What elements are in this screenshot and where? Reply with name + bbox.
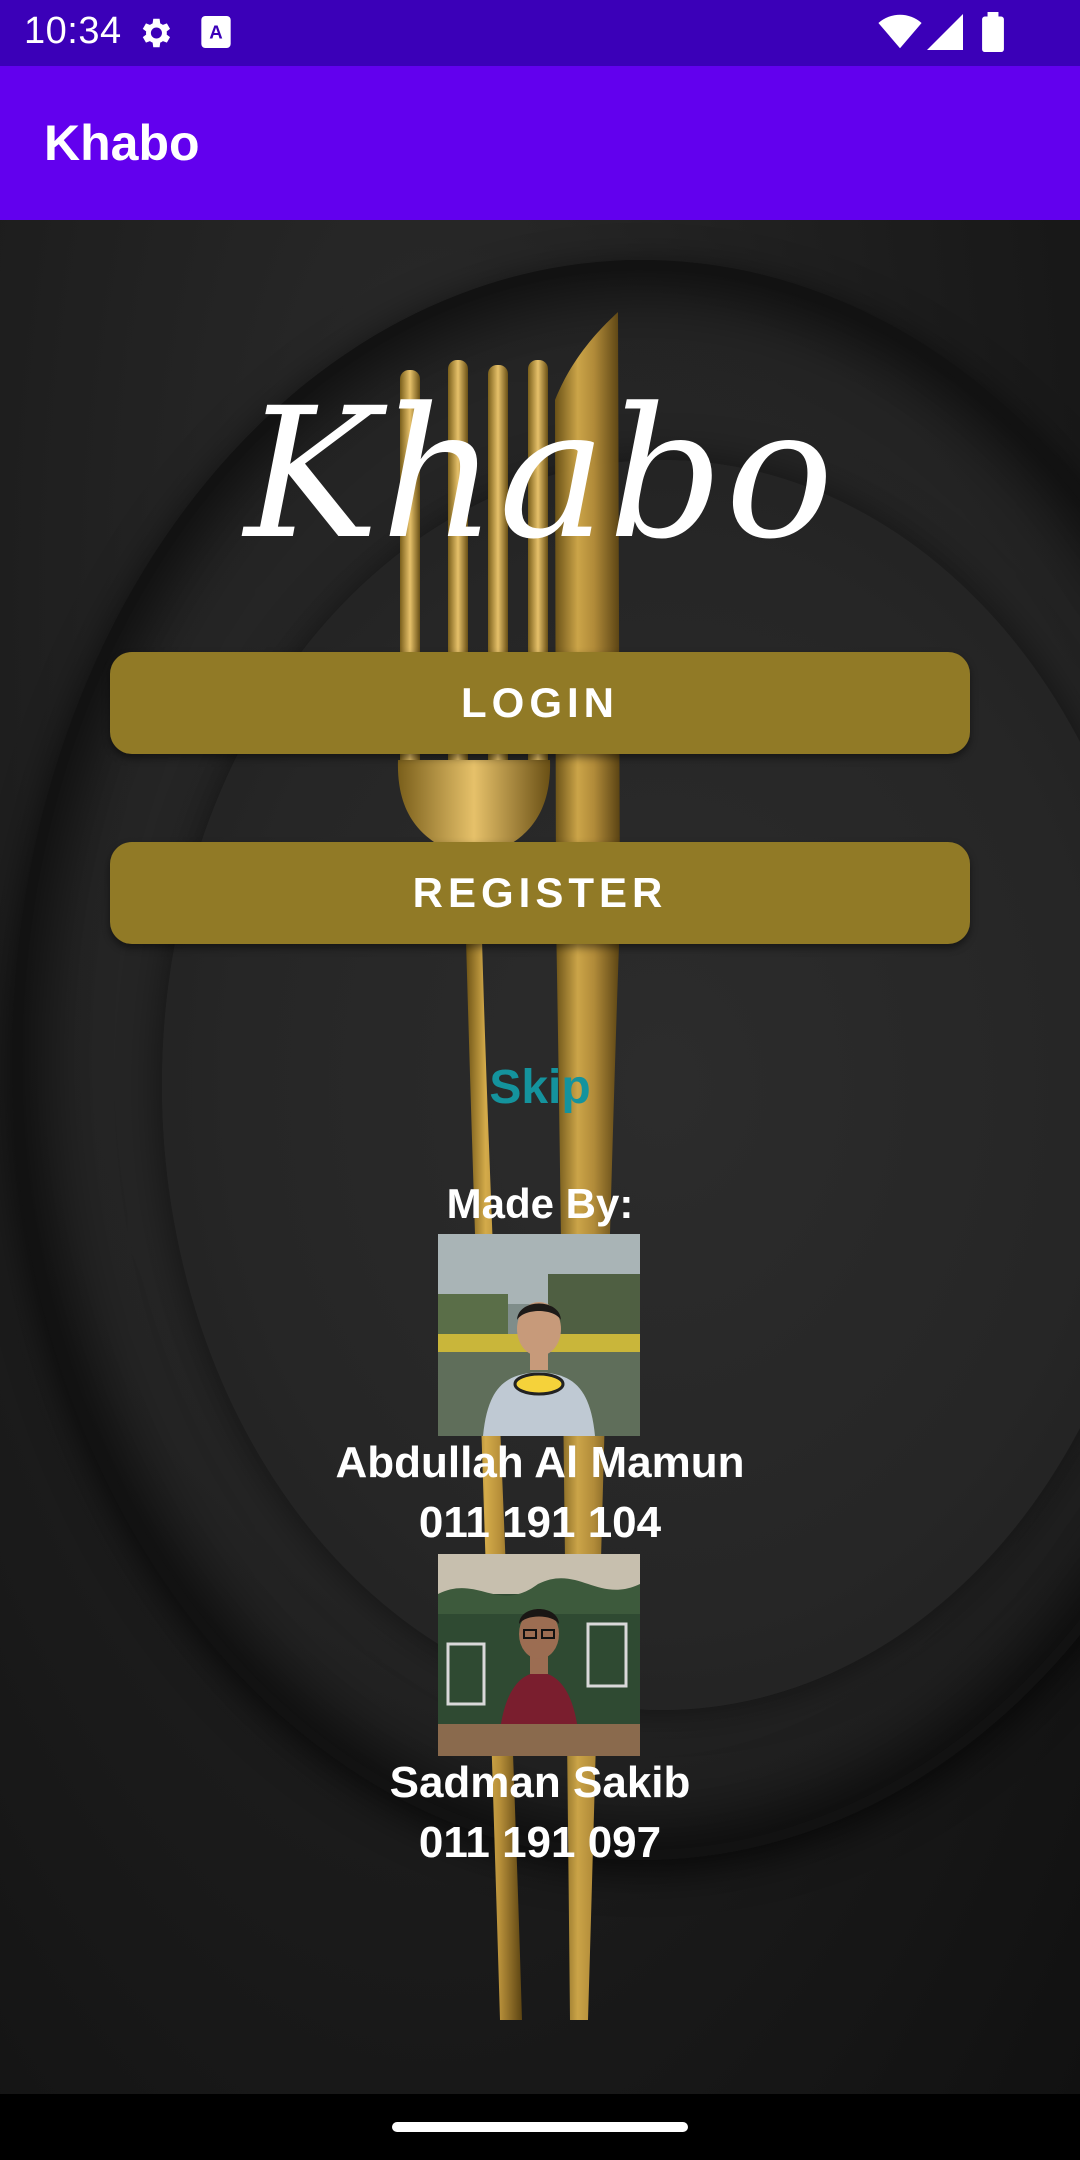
screen: 10:34 A Khabo Khabo LOGIN REGISTER Skip … bbox=[0, 0, 1080, 2160]
person-id: 011 191 104 bbox=[418, 1498, 662, 1547]
wifi-icon bbox=[878, 14, 922, 55]
app-bar: Khabo bbox=[0, 66, 1080, 220]
person-id: 011 191 097 bbox=[418, 1818, 662, 1867]
skip-link[interactable]: Skip bbox=[0, 1060, 1080, 1115]
brand-logo: Khabo bbox=[244, 370, 836, 579]
person-name: Abdullah Al Mamun bbox=[335, 1438, 745, 1487]
home-gesture-handle[interactable] bbox=[392, 2122, 688, 2132]
background-image: Khabo LOGIN REGISTER Skip Made By: Abdul… bbox=[0, 220, 1080, 2094]
profile-photo bbox=[438, 1234, 640, 1436]
status-bar: 10:34 A bbox=[0, 0, 1080, 66]
svg-text:A: A bbox=[209, 22, 222, 43]
gear-icon bbox=[136, 14, 174, 57]
login-button[interactable]: LOGIN bbox=[110, 652, 970, 754]
person-name: Sadman Sakib bbox=[389, 1758, 691, 1807]
status-time: 10:34 bbox=[24, 10, 122, 52]
signal-icon bbox=[926, 14, 964, 55]
font-icon: A bbox=[200, 14, 232, 55]
app-title: Khabo bbox=[44, 115, 200, 171]
profile-photo bbox=[438, 1554, 640, 1756]
made-by-label: Made By: bbox=[446, 1180, 634, 1227]
battery-icon bbox=[982, 12, 1004, 57]
register-button[interactable]: REGISTER bbox=[110, 842, 970, 944]
navigation-bar bbox=[0, 2094, 1080, 2160]
